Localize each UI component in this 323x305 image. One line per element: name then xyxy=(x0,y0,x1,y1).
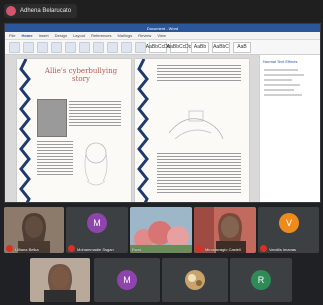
girl-sketch-image xyxy=(84,142,108,186)
mic-off-icon xyxy=(260,245,267,252)
participant-tile[interactable]: M Mohammadie Ssgan xyxy=(66,207,128,253)
mic-off-icon xyxy=(68,245,75,252)
participant-video xyxy=(30,258,90,302)
page-border-decoration xyxy=(137,59,149,202)
ribbon-tab-home[interactable]: Home xyxy=(21,33,32,38)
ribbon-tab-view[interactable]: View xyxy=(157,33,166,38)
word-titlebar: Document - Word xyxy=(5,24,320,32)
body-text-block xyxy=(69,101,121,128)
participant-tile[interactable]: Miroslavagio Castell xyxy=(194,207,256,253)
style-normal[interactable]: AaBbCcDc xyxy=(146,41,170,53)
participant-tile[interactable]: R xyxy=(230,258,292,302)
presenter-name: Adhena Belarucato xyxy=(20,8,72,14)
ribbon-tab-layout[interactable]: Layout xyxy=(73,33,85,38)
ribbon-tab-review[interactable]: Review xyxy=(138,33,151,38)
ribbon-toolbar: AaBbCcDc AaBbCcDc AaBb AaBbC AaB xyxy=(5,40,320,55)
style-title[interactable]: AaB xyxy=(233,41,251,53)
participant-tile[interactable]: Lilliana Belka xyxy=(4,207,64,253)
participant-name: Ewal xyxy=(132,247,141,252)
mic-off-icon xyxy=(6,245,13,252)
body-text-block xyxy=(157,65,241,83)
shared-screen[interactable]: Document - Word File Home Insert Design … xyxy=(4,23,321,203)
bold-icon[interactable] xyxy=(51,41,62,53)
cut-icon[interactable] xyxy=(23,41,34,53)
document-page-left: Allie's cyberbullying story xyxy=(17,59,131,202)
style-no-spacing[interactable]: AaBbCcDc xyxy=(167,41,191,53)
style-heading-2[interactable]: AaBbC xyxy=(212,41,230,53)
body-text-block xyxy=(37,141,73,177)
document-page-right xyxy=(135,59,249,202)
ribbon-tab-insert[interactable]: Insert xyxy=(39,33,49,38)
ribbon-tab-mailings[interactable]: Mailings xyxy=(118,33,133,38)
bullets-icon[interactable] xyxy=(135,41,146,53)
styles-pane[interactable]: Normal Text Effects xyxy=(259,55,320,202)
presenter-badge[interactable]: Adhena Belarucato xyxy=(4,4,78,18)
mic-off-icon xyxy=(196,245,203,252)
participant-name: Miroslavagio Castell xyxy=(205,247,241,252)
participant-avatar: M xyxy=(87,213,107,233)
ribbon-tabs: File Home Insert Design Layout Reference… xyxy=(5,32,320,40)
participant-avatar xyxy=(185,270,205,290)
document-area[interactable]: Allie's cyberbullying story xyxy=(5,55,260,202)
ribbon-tab-references[interactable]: References xyxy=(91,33,111,38)
page-border-decoration xyxy=(19,59,31,202)
participant-tile[interactable]: M xyxy=(94,258,160,302)
styles-pane-title: Normal Text Effects xyxy=(263,59,298,64)
underline-icon[interactable] xyxy=(79,41,90,53)
participant-avatar: V xyxy=(279,213,299,233)
style-heading-1[interactable]: AaBb xyxy=(191,41,209,53)
participant-tile[interactable]: V Vandlis Imanas xyxy=(258,207,319,253)
participant-avatar: R xyxy=(251,270,271,290)
participant-name: Vandlis Imanas xyxy=(269,247,297,252)
participant-tile[interactable]: Ewal xyxy=(130,207,192,253)
align-center-icon[interactable] xyxy=(121,41,132,53)
participant-tile[interactable] xyxy=(30,258,90,302)
align-left-icon[interactable] xyxy=(107,41,118,53)
copy-icon[interactable] xyxy=(37,41,48,53)
participant-name: Lilliana Belka xyxy=(15,247,39,252)
page-heading: Allie's cyberbullying story xyxy=(44,67,118,83)
illustration-image xyxy=(37,99,67,137)
presenter-bar: Adhena Belarucato xyxy=(0,0,323,22)
participant-name: Mohammadie Ssgan xyxy=(77,247,114,252)
participant-avatar: M xyxy=(117,270,137,290)
paste-icon[interactable] xyxy=(9,41,20,53)
ribbon-tab-design[interactable]: Design xyxy=(55,33,67,38)
participant-tile[interactable] xyxy=(162,258,228,302)
body-text-block xyxy=(157,153,241,195)
font-color-icon[interactable] xyxy=(93,41,104,53)
hands-sketch-image xyxy=(168,110,224,140)
ribbon-tab-file[interactable]: File xyxy=(9,33,15,38)
presenter-avatar xyxy=(6,6,16,16)
word-window-title: Document - Word xyxy=(146,25,179,31)
italic-icon[interactable] xyxy=(65,41,76,53)
